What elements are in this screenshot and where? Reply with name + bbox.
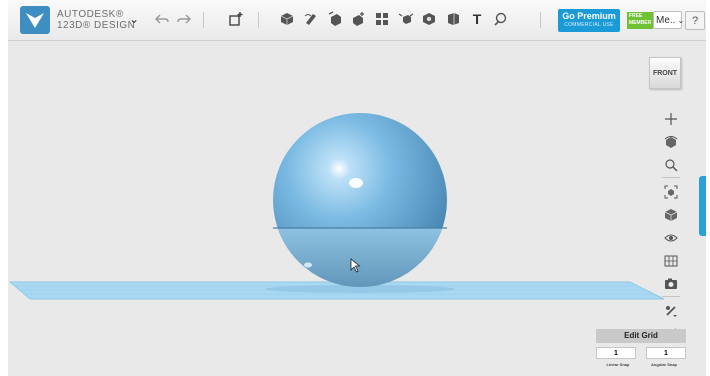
grid-plane	[8, 281, 665, 300]
sketch-icon[interactable]	[302, 10, 320, 28]
main-menu-caret-icon[interactable]: ⌄	[129, 12, 139, 26]
snap-labels: Linear Snap Angular Snap	[596, 362, 686, 367]
snap-values: 1 1	[596, 347, 686, 359]
app-brand: AUTODESK® 123D® DESIGN	[57, 9, 135, 31]
sphere-object[interactable]	[268, 113, 458, 298]
views-icon[interactable]	[660, 203, 682, 226]
viewcube[interactable]: FRONT	[649, 57, 681, 89]
angular-snap-input[interactable]: 1	[646, 347, 686, 359]
transform-icon[interactable]	[227, 10, 245, 28]
orbit-icon[interactable]	[660, 130, 682, 153]
member-dropdown[interactable]: Me.. ⌄	[653, 11, 685, 29]
linear-snap-input[interactable]: 1	[596, 347, 636, 359]
measure-icon[interactable]	[444, 10, 462, 28]
linear-snap-label: Linear Snap	[606, 362, 630, 367]
pattern-icon[interactable]	[373, 10, 391, 28]
3d-viewport[interactable]: FRONT Edit Grid 1 1 Linear Snap Angular …	[8, 41, 706, 376]
modify-icon[interactable]	[349, 10, 367, 28]
main-toolbar: AUTODESK® 123D® DESIGN ⌄ T Go Premium CO…	[8, 0, 706, 41]
fit-icon[interactable]	[660, 180, 682, 203]
group-icon[interactable]	[397, 10, 415, 28]
toolbar-separator	[540, 12, 541, 28]
combine-icon[interactable]	[420, 10, 438, 28]
help-button[interactable]: ?	[685, 11, 705, 30]
viewcube-face-label: FRONT	[652, 69, 678, 77]
zoom-icon[interactable]	[660, 153, 682, 176]
scene-canvas[interactable]	[8, 41, 706, 376]
brand-line-1: AUTODESK®	[57, 9, 124, 20]
undo-icon[interactable]	[153, 10, 171, 28]
edit-grid-button[interactable]: Edit Grid	[596, 329, 686, 343]
brand-line-2: 123D® DESIGN	[57, 20, 136, 31]
chevron-down-icon: ⌄	[677, 15, 685, 25]
side-panel-tab[interactable]	[699, 176, 706, 236]
free-member-badge: FREE MEMBER	[627, 12, 653, 29]
redo-icon[interactable]	[175, 10, 193, 28]
go-premium-button[interactable]: Go Premium COMMERCIAL USE	[558, 9, 620, 32]
screenshot-icon[interactable]	[660, 272, 682, 295]
text-icon[interactable]: T	[468, 10, 486, 28]
nav-separator	[662, 177, 680, 178]
angular-snap-label: Angular Snap	[650, 362, 677, 367]
construct-icon[interactable]	[326, 10, 344, 28]
go-premium-sublabel: COMMERCIAL USE	[564, 22, 614, 28]
autodesk-logo-icon[interactable]	[20, 6, 50, 34]
primitives-icon[interactable]	[278, 10, 296, 28]
edit-grid-panel: Edit Grid 1 1 Linear Snap Angular Snap	[596, 329, 686, 376]
go-premium-label: Go Premium	[562, 11, 616, 21]
snap-icon[interactable]	[491, 10, 509, 28]
pan-icon[interactable]	[660, 107, 682, 130]
toolbar-separator	[258, 12, 259, 28]
visibility-icon[interactable]	[660, 226, 682, 249]
material-icon[interactable]	[660, 299, 682, 322]
member-label: Me..	[656, 14, 676, 26]
navigation-bar	[660, 107, 682, 345]
nav-separator	[662, 296, 680, 297]
toolbar-separator	[203, 12, 204, 28]
grid-icon[interactable]	[660, 249, 682, 272]
